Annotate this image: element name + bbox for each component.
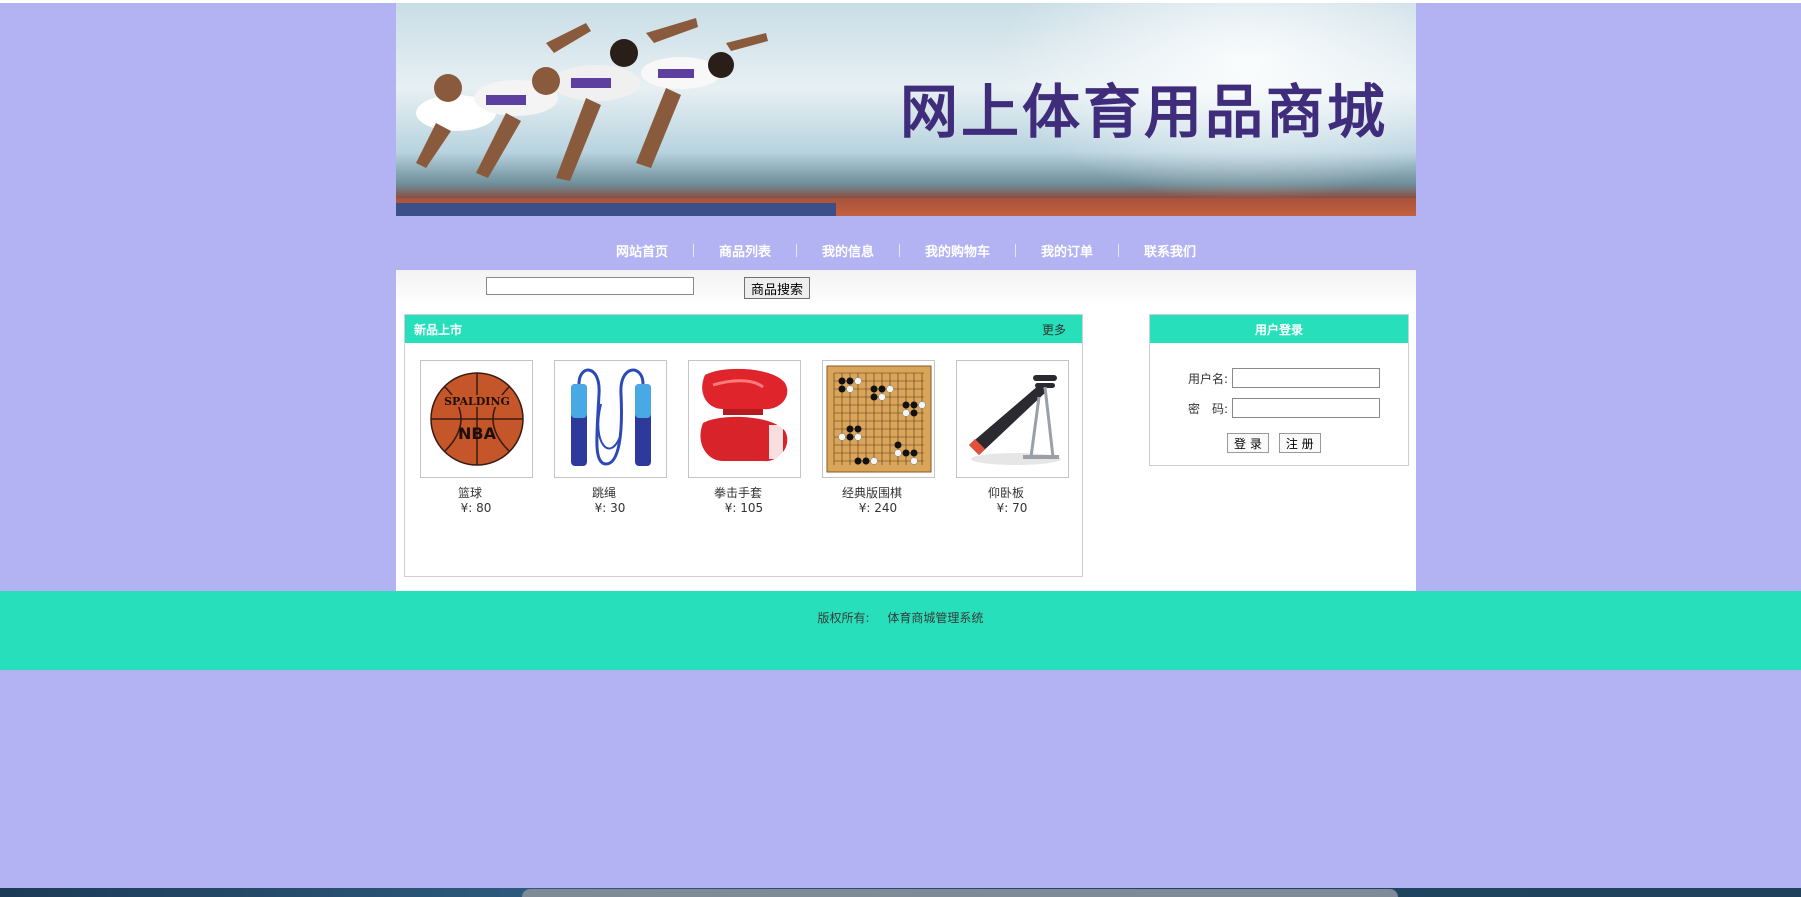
product-thumbnail[interactable]: SPALDING NBA <box>420 360 533 478</box>
login-form: 用户名: 密 码: <box>1150 363 1408 423</box>
register-button[interactable]: 注 册 <box>1278 433 1321 453</box>
main-nav: 网站首页 商品列表 我的信息 我的购物车 我的订单 联系我们 <box>396 232 1416 268</box>
product-price: ¥: 105 <box>724 501 764 515</box>
nav-my-info[interactable]: 我的信息 <box>797 241 899 260</box>
login-panel: 用户登录 用户名: 密 码: 登 录 注 册 <box>1149 314 1409 466</box>
product-price: ¥: 70 <box>996 501 1028 515</box>
jump-rope-icon <box>570 368 651 466</box>
new-products-title: 新品上市 <box>414 322 463 337</box>
copyright: 版权所有: 体育商城管理系统 <box>0 609 1801 626</box>
sprinters-image-icon <box>396 18 836 216</box>
password-field[interactable] <box>1232 398 1380 418</box>
more-link[interactable]: 更多 <box>1042 321 1066 338</box>
product-thumbnail[interactable] <box>822 360 935 478</box>
product-name[interactable]: 跳绳 <box>554 484 654 501</box>
nav-product-list[interactable]: 商品列表 <box>694 241 796 260</box>
product-name[interactable]: 拳击手套 <box>688 484 788 501</box>
taskbar-dock <box>522 889 1398 897</box>
username-row: 用户名: <box>1150 363 1408 393</box>
nav-my-orders[interactable]: 我的订单 <box>1016 241 1118 260</box>
product-name[interactable]: 仰卧板 <box>956 484 1056 501</box>
product-name[interactable]: 篮球 <box>420 484 520 501</box>
header-banner: 网上体育用品商城 <box>396 3 1416 216</box>
product-item[interactable]: 跳绳 ¥: 30 <box>554 360 668 515</box>
product-price: ¥: 30 <box>594 501 626 515</box>
go-board-icon <box>826 365 931 473</box>
os-taskbar <box>0 888 1801 897</box>
site-title: 网上体育用品商城 <box>899 78 1388 146</box>
svg-text:NBA: NBA <box>458 424 497 443</box>
copyright-owner: 体育商城管理系统 <box>887 611 984 625</box>
new-products-panel: 新品上市 更多 SPALDING NBA 篮球 ¥: 80 跳绳 ¥: 30 拳… <box>404 314 1083 577</box>
product-item[interactable]: 拳击手套 ¥: 105 <box>688 360 802 515</box>
username-label: 用户名: <box>1187 371 1228 386</box>
boxing-gloves-icon <box>699 368 787 462</box>
copyright-label: 版权所有: <box>817 611 870 625</box>
search-bar: 商品搜索 <box>396 270 1416 306</box>
product-item[interactable]: 经典版围棋 ¥: 240 <box>822 360 936 515</box>
password-label: 密 码: <box>1187 401 1228 416</box>
product-price: ¥: 240 <box>858 501 898 515</box>
search-input[interactable] <box>486 277 694 295</box>
nav-my-cart[interactable]: 我的购物车 <box>900 241 1015 260</box>
password-row: 密 码: <box>1150 393 1408 423</box>
search-button[interactable]: 商品搜索 <box>744 277 811 299</box>
main-content: 新品上市 更多 SPALDING NBA 篮球 ¥: 80 跳绳 ¥: 30 拳… <box>396 306 1416 591</box>
login-buttons: 登 录 注 册 <box>1227 433 1321 453</box>
login-header: 用户登录 <box>1150 315 1408 343</box>
product-name[interactable]: 经典版围棋 <box>822 484 922 501</box>
product-list: SPALDING NBA 篮球 ¥: 80 跳绳 ¥: 30 拳击手套 ¥: 1… <box>420 360 1070 515</box>
nav-contact-us[interactable]: 联系我们 <box>1119 241 1221 260</box>
login-button[interactable]: 登 录 <box>1227 433 1269 453</box>
sit-up-bench-icon <box>968 375 1061 465</box>
product-thumbnail[interactable] <box>554 360 667 478</box>
product-price: ¥: 80 <box>460 501 492 515</box>
basketball-icon: SPALDING NBA <box>429 372 524 466</box>
nav-home[interactable]: 网站首页 <box>591 241 693 260</box>
svg-text:SPALDING: SPALDING <box>444 395 510 408</box>
product-item[interactable]: SPALDING NBA 篮球 ¥: 80 <box>420 360 534 515</box>
product-thumbnail[interactable] <box>688 360 801 478</box>
username-field[interactable] <box>1232 368 1380 388</box>
login-title: 用户登录 <box>1254 322 1303 337</box>
product-thumbnail[interactable] <box>956 360 1069 478</box>
product-item[interactable]: 仰卧板 ¥: 70 <box>956 360 1070 515</box>
footer: 版权所有: 体育商城管理系统 <box>0 591 1801 670</box>
new-products-header: 新品上市 更多 <box>405 315 1082 343</box>
